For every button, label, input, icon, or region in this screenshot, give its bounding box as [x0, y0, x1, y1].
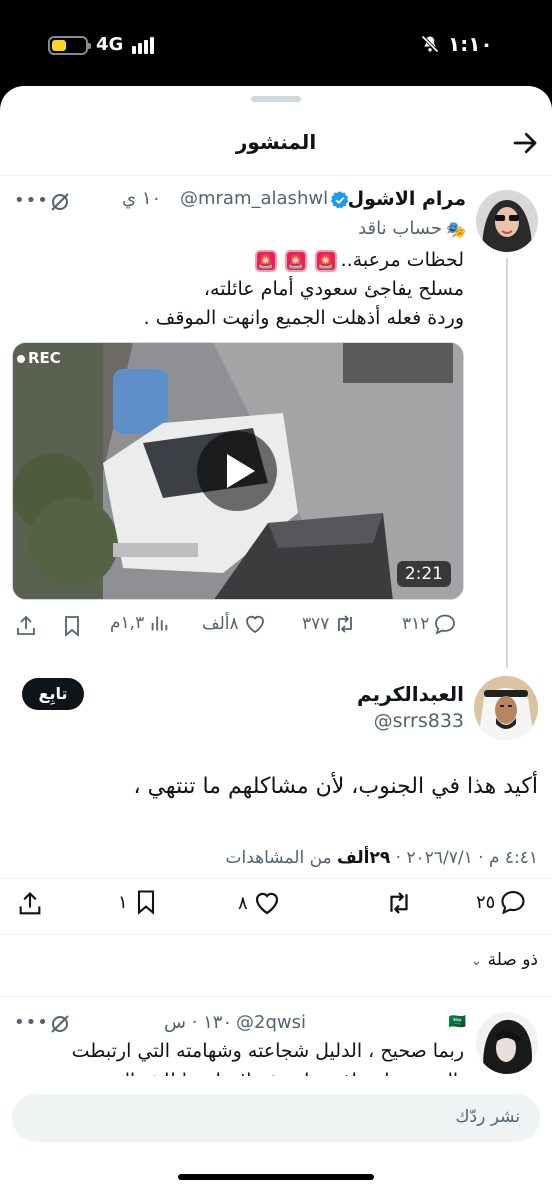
view-count: ١,٣م [110, 613, 145, 633]
repost-icon [390, 892, 408, 914]
siren-emoji-icon: 🚨 [314, 249, 337, 272]
thread-connector [506, 258, 508, 668]
heart-icon [245, 615, 264, 634]
bookmark-count: ١ [118, 891, 128, 913]
views-count: ٢٩ألف [337, 848, 391, 868]
post-text-line: وردة فعله أذهلت الجميع وانهت الموقف . [143, 307, 464, 329]
avatar[interactable] [476, 1012, 538, 1074]
reply-action[interactable]: ٣١٢ [402, 612, 457, 636]
post-time: ١٠ ي [122, 188, 162, 209]
follow-button[interactable]: تابِع [22, 678, 84, 710]
post-timestamp: ٤:٤١ م · ٢٠٢٦/٧/١ · [390, 848, 538, 868]
clock: ١:١٠ [448, 32, 493, 56]
reply-count: ٢٥ [476, 891, 496, 913]
divider [0, 996, 552, 997]
status-bar: 4G ١:١٠ [0, 0, 552, 86]
silent-bell-icon [421, 35, 439, 53]
page-title: المنشور [235, 130, 317, 154]
video-player[interactable]: REC 2:21 [12, 342, 464, 600]
post-actions: ٢٥ ٨ ١ [0, 888, 552, 922]
post-actions: ٣١٢ ٣٧٧ ٨ألف ١,٣م [0, 612, 552, 642]
post-text-line: مسلح يفاجئ سعودي أمام عائلته، [203, 278, 464, 300]
bookmark-icon[interactable] [60, 614, 84, 638]
views-chart-icon [151, 616, 168, 631]
siren-emoji-icon: 🚨 [254, 249, 277, 272]
reply-placeholder: نشر ردّك [455, 1107, 520, 1127]
sort-label: ذو صلة [487, 950, 538, 970]
sort-dropdown[interactable]: ذو صلة ⌄ [470, 950, 538, 970]
grok-icon[interactable] [48, 1012, 72, 1036]
chevron-down-icon: ⌄ [470, 953, 483, 969]
divider [0, 878, 552, 879]
flag-emoji-icon: 🇸🇦 [448, 1014, 466, 1030]
more-options-icon[interactable]: ••• [14, 190, 49, 211]
post-text: لحظات مرعبة..🚨🚨🚨 مسلح يفاجئ سعودي أمام ع… [24, 246, 464, 333]
top-bar: المنشور [0, 112, 552, 176]
theater-mask-icon: 🎭 [446, 220, 466, 239]
share-icon[interactable] [14, 614, 38, 638]
video-duration: 2:21 [396, 561, 451, 587]
reply-action[interactable]: ٢٥ [476, 888, 527, 916]
like-action[interactable]: ٨ألف [202, 612, 267, 636]
network-type: 4G [96, 34, 124, 55]
repost-count: ٣٧٧ [302, 614, 330, 634]
more-options-icon[interactable]: ••• [14, 1012, 49, 1033]
account-label: حساب ناقد [358, 218, 442, 239]
home-indicator[interactable] [178, 1174, 374, 1180]
post-sheet: المنشور مرام الاشول @mram_alashwl ١٠ ي •… [0, 86, 552, 1200]
reply-handle[interactable]: @2qwsi [236, 1012, 306, 1033]
reply-count: ٣١٢ [402, 614, 430, 634]
sheet-grabber[interactable] [251, 96, 301, 102]
reply-text-line: ربما صحيح ، الدليل شجاعته وشهامته التي ا… [71, 1040, 464, 1062]
author-handle[interactable]: @srrs833 [374, 710, 464, 732]
back-arrow-icon[interactable] [510, 128, 540, 158]
divider [0, 934, 552, 935]
siren-emoji-icon: 🚨 [284, 249, 307, 272]
like-count: ٨ألف [202, 614, 239, 634]
repost-action[interactable] [384, 888, 414, 918]
reply-icon [501, 891, 525, 915]
grok-icon[interactable] [48, 190, 72, 214]
reply-icon [435, 614, 456, 635]
play-button[interactable] [197, 431, 277, 511]
author-name[interactable]: مرام الاشول [348, 188, 466, 210]
reply-bar: نشر ردّك [0, 1076, 552, 1200]
avatar[interactable] [474, 676, 538, 740]
reply-input[interactable]: نشر ردّك [12, 1094, 540, 1142]
post-text-line: لحظات مرعبة.. [340, 249, 464, 271]
author-handle[interactable]: @mram_alashwl [180, 188, 328, 209]
reply-time: ١٣٠ · س [164, 1012, 233, 1033]
rec-label: REC [17, 349, 61, 367]
heart-icon [255, 892, 278, 915]
battery-icon [48, 36, 91, 55]
share-icon[interactable] [16, 890, 44, 918]
signal-icon [132, 36, 158, 54]
repost-action[interactable]: ٣٧٧ [302, 612, 357, 636]
like-count: ٨ [238, 892, 248, 914]
repost-icon [338, 615, 353, 633]
views-action[interactable]: ١,٣م [110, 612, 170, 634]
post-text: أكيد هذا في الجنوب، لأن مشاكلهم ما تنتهي… [133, 774, 539, 799]
avatar[interactable] [476, 190, 538, 252]
verified-badge-icon [330, 191, 349, 209]
bookmark-icon [137, 890, 154, 915]
views-label: من المشاهدات [225, 848, 338, 868]
author-name[interactable]: العبدالكريم [357, 682, 464, 706]
post-meta: ٤:٤١ م · ٢٠٢٦/٧/١ · ٢٩ألف من المشاهدات [225, 848, 538, 868]
like-action[interactable]: ٨ [238, 888, 282, 918]
bookmark-action[interactable]: ١ [118, 888, 160, 916]
